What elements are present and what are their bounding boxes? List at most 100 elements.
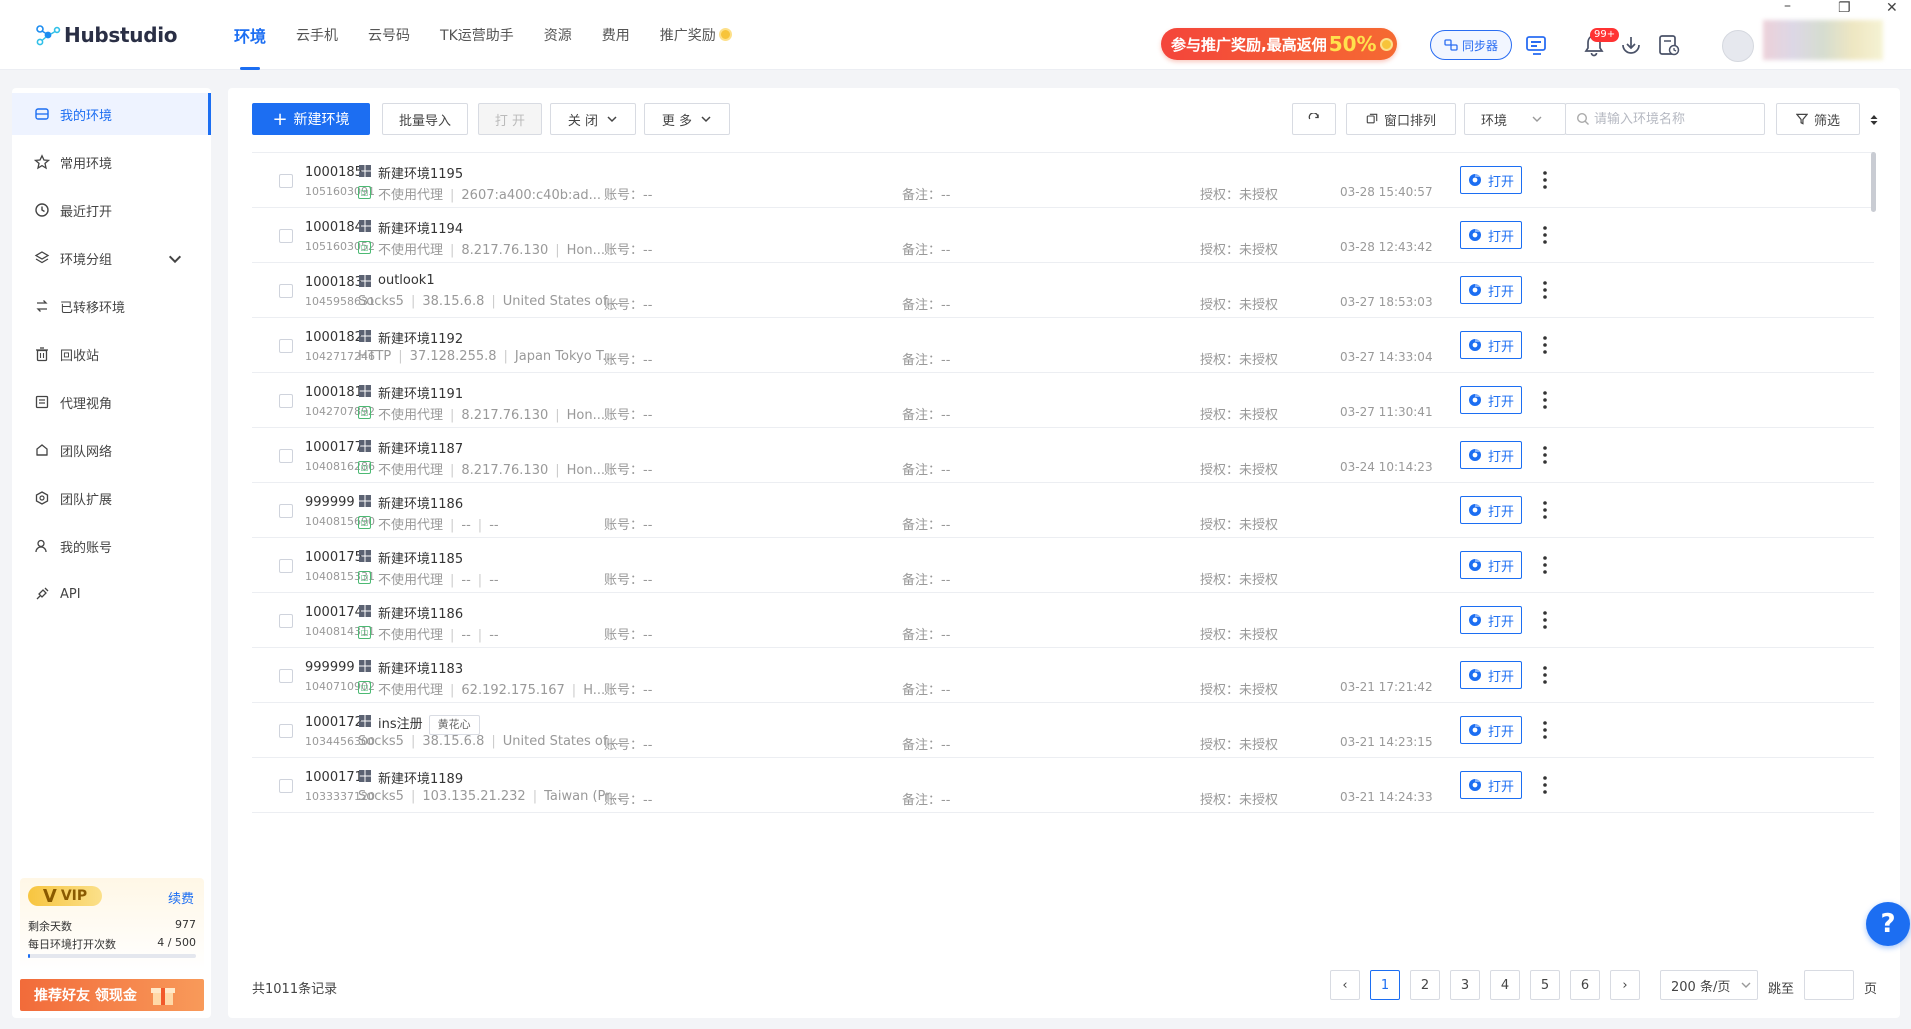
- refresh-button[interactable]: [1292, 103, 1336, 135]
- open-env-button[interactable]: 打开: [1460, 771, 1522, 799]
- open-selected-button[interactable]: 打 开: [478, 103, 542, 135]
- open-env-button[interactable]: 打开: [1460, 661, 1522, 689]
- row-checkbox[interactable]: [279, 284, 293, 298]
- env-name[interactable]: 新建环境1194: [378, 218, 463, 237]
- invite-friends-button[interactable]: 推荐好友 领现金: [20, 979, 204, 1011]
- more-dropdown[interactable]: 更 多: [644, 103, 730, 135]
- nav-env[interactable]: 环境: [234, 0, 266, 70]
- sidebar-item-api[interactable]: API: [12, 573, 211, 615]
- table-row[interactable]: 999999 1040710902 新建环境1183 ◫ 不使用代理 | 62.192.17…: [252, 648, 1874, 703]
- sidebar-item-recent[interactable]: 最近打开: [12, 189, 211, 231]
- open-env-button[interactable]: 打开: [1460, 496, 1522, 524]
- env-type-select[interactable]: 环境: [1464, 103, 1566, 135]
- page-4[interactable]: 4: [1490, 970, 1520, 1000]
- schedule-icon[interactable]: [1656, 32, 1682, 58]
- page-6[interactable]: 6: [1570, 970, 1600, 1000]
- page-1[interactable]: 1: [1370, 970, 1400, 1000]
- open-env-button[interactable]: 打开: [1460, 166, 1522, 194]
- row-checkbox[interactable]: [279, 449, 293, 463]
- table-row[interactable]: 1000184 1051603052 新建环境1194 ◫ 不使用代理 | 8.217.76…: [252, 208, 1874, 263]
- env-name[interactable]: 新建环境1187: [378, 438, 463, 457]
- sidebar-item-trash[interactable]: 回收站: [12, 333, 211, 375]
- more-actions-icon[interactable]: [1542, 774, 1548, 796]
- table-row[interactable]: 1000182 1042717246 新建环境1192 HTTP | 37.128.255…: [252, 318, 1874, 373]
- more-actions-icon[interactable]: [1542, 719, 1548, 741]
- open-env-button[interactable]: 打开: [1460, 276, 1522, 304]
- env-name[interactable]: 新建环境1189: [378, 768, 463, 787]
- renew-link[interactable]: 续费: [168, 888, 194, 907]
- page-size-select[interactable]: 200 条/页: [1660, 970, 1758, 1000]
- more-actions-icon[interactable]: [1542, 554, 1548, 576]
- table-row[interactable]: 1000171 1033337120 新建环境1189 Socks5 | 103.135.…: [252, 758, 1874, 813]
- nav-cloud-phone[interactable]: 云手机: [296, 0, 338, 70]
- row-checkbox[interactable]: [279, 724, 293, 738]
- row-checkbox[interactable]: [279, 229, 293, 243]
- env-name[interactable]: ins注册 黄花心: [378, 713, 480, 735]
- table-scrollbar[interactable]: [1871, 152, 1876, 212]
- table-row[interactable]: 1000175 1040815331 新建环境1185 ◫ 不使用代理 | -- | -- 账号：…: [252, 538, 1874, 593]
- app-logo[interactable]: Hubstudio: [34, 21, 234, 49]
- next-page-button[interactable]: ›: [1610, 970, 1640, 1000]
- prev-page-button[interactable]: ‹: [1330, 970, 1360, 1000]
- close-window-icon[interactable]: ✕: [1886, 0, 1898, 16]
- table-row[interactable]: 1000181 1042707892 新建环境1191 ◫ 不使用代理 | 8.217.76…: [252, 373, 1874, 428]
- row-checkbox[interactable]: [279, 559, 293, 573]
- search-input[interactable]: [1594, 111, 1764, 127]
- open-env-button[interactable]: 打开: [1460, 716, 1522, 744]
- more-actions-icon[interactable]: [1542, 444, 1548, 466]
- env-name[interactable]: 新建环境1183: [378, 658, 463, 677]
- page-5[interactable]: 5: [1530, 970, 1560, 1000]
- env-name[interactable]: 新建环境1186: [378, 493, 463, 512]
- page-3[interactable]: 3: [1450, 970, 1480, 1000]
- new-env-button[interactable]: + 新建环境: [252, 103, 370, 135]
- sidebar-item-proxy-view[interactable]: 代理视角: [12, 381, 211, 423]
- nav-billing[interactable]: 费用: [602, 0, 630, 70]
- more-actions-icon[interactable]: [1542, 499, 1548, 521]
- row-checkbox[interactable]: [279, 339, 293, 353]
- batch-import-button[interactable]: 批量导入: [382, 103, 468, 135]
- row-checkbox[interactable]: [279, 394, 293, 408]
- jump-page-input[interactable]: [1804, 970, 1854, 1000]
- env-name[interactable]: 新建环境1185: [378, 548, 463, 567]
- more-actions-icon[interactable]: [1542, 169, 1548, 191]
- row-checkbox[interactable]: [279, 614, 293, 628]
- sort-icon[interactable]: [1869, 114, 1879, 126]
- more-actions-icon[interactable]: [1542, 279, 1548, 301]
- nav-tk-assistant[interactable]: TK运营助手: [440, 0, 514, 70]
- download-icon[interactable]: [1618, 32, 1644, 58]
- open-env-button[interactable]: 打开: [1460, 551, 1522, 579]
- nav-resources[interactable]: 资源: [544, 0, 572, 70]
- open-env-button[interactable]: 打开: [1460, 386, 1522, 414]
- nav-cloud-number[interactable]: 云号码: [368, 0, 410, 70]
- promo-banner[interactable]: 参与推广奖励,最高返佣 50%: [1161, 28, 1397, 60]
- sidebar-item-my-env[interactable]: 我的环境: [12, 93, 211, 135]
- filter-button[interactable]: 筛选: [1776, 103, 1860, 135]
- table-row[interactable]: 1000183 1045958631 outlook1 Socks5 | 38.15.6.…: [252, 263, 1874, 318]
- minimize-icon[interactable]: –: [1784, 0, 1791, 14]
- open-env-button[interactable]: 打开: [1460, 221, 1522, 249]
- nav-promotion[interactable]: 推广奖励: [660, 0, 732, 70]
- table-row[interactable]: 1000177 1040816286 新建环境1187 ◫ 不使用代理 | 8.217.76…: [252, 428, 1874, 483]
- open-env-button[interactable]: 打开: [1460, 441, 1522, 469]
- page-2[interactable]: 2: [1410, 970, 1440, 1000]
- env-search[interactable]: [1565, 103, 1765, 135]
- window-arrange-button[interactable]: 窗口排列: [1346, 103, 1456, 135]
- close-dropdown[interactable]: 关 闭: [550, 103, 636, 135]
- row-checkbox[interactable]: [279, 174, 293, 188]
- table-row[interactable]: 1000174 1040814311 新建环境1186 ◫ 不使用代理 | -- | -- 账号：…: [252, 593, 1874, 648]
- avatar[interactable]: [1722, 30, 1754, 62]
- row-checkbox[interactable]: [279, 504, 293, 518]
- table-row[interactable]: 1000172 1034456300 ins注册 黄花心 Socks5 | 38.15.6.…: [252, 703, 1874, 758]
- sidebar-item-favorite-env[interactable]: 常用环境: [12, 141, 211, 183]
- more-actions-icon[interactable]: [1542, 334, 1548, 356]
- more-actions-icon[interactable]: [1542, 389, 1548, 411]
- table-row[interactable]: 999999 1040815690 新建环境1186 ◫ 不使用代理 | -- | -- 账号：-…: [252, 483, 1874, 538]
- sidebar-item-my-account[interactable]: 我的账号: [12, 525, 211, 567]
- table-row[interactable]: 1000185 1051603091 新建环境1195 ◫ 不使用代理 | 2607:a40…: [252, 153, 1874, 208]
- sidebar-item-team-extension[interactable]: 团队扩展: [12, 477, 211, 519]
- restore-icon[interactable]: ❐: [1838, 0, 1851, 16]
- open-env-button[interactable]: 打开: [1460, 331, 1522, 359]
- env-name[interactable]: 新建环境1192: [378, 328, 463, 347]
- env-name[interactable]: 新建环境1195: [378, 163, 463, 182]
- env-name[interactable]: outlook1: [378, 273, 435, 288]
